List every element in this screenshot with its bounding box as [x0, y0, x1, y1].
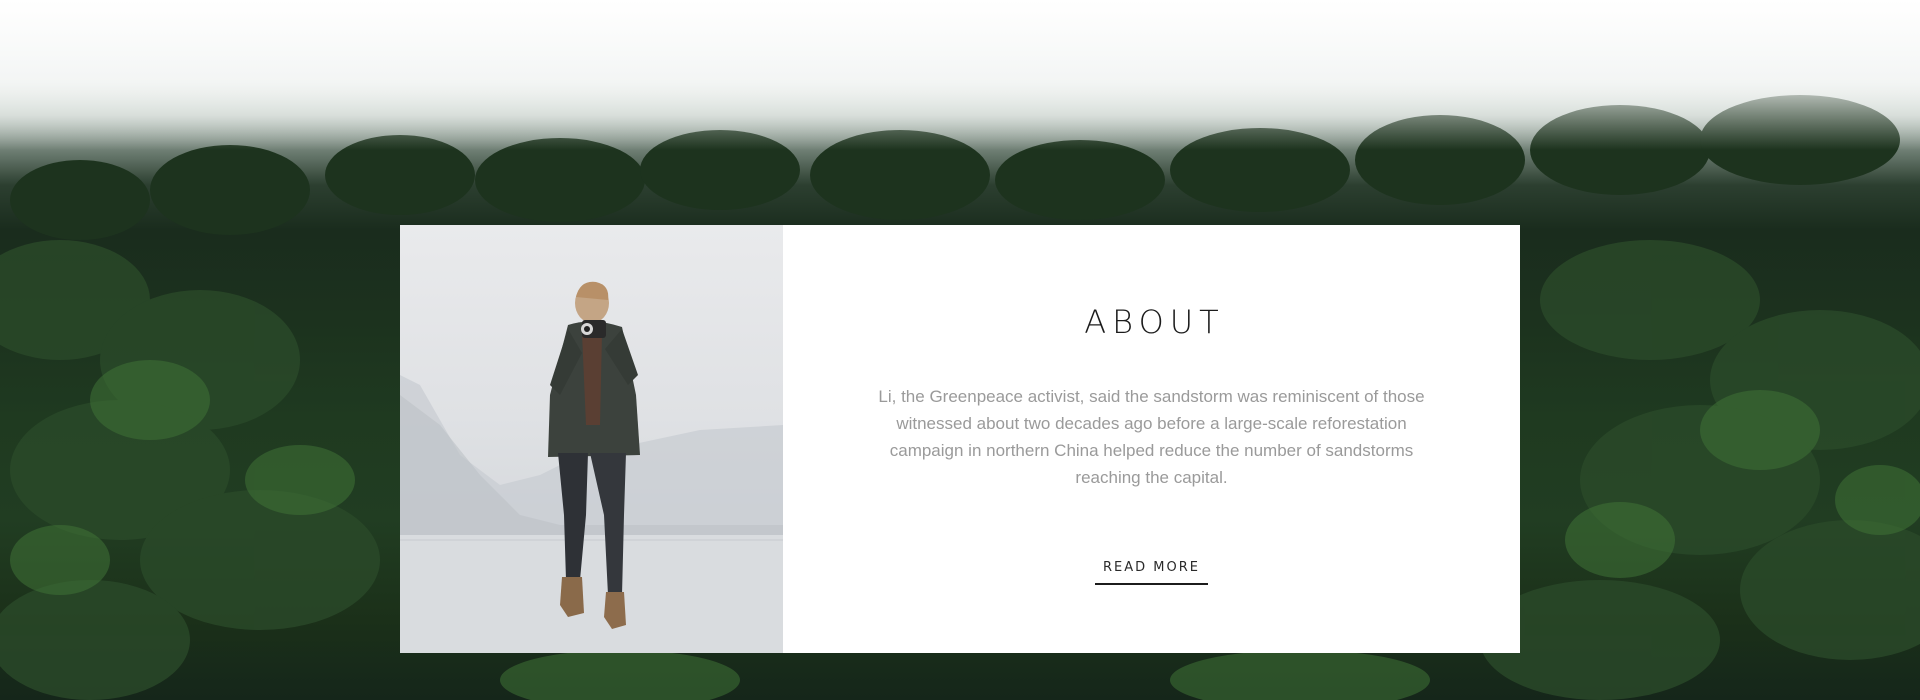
read-more-button[interactable]: READ MORE	[1095, 560, 1208, 585]
about-body-text: Li, the Greenpeace activist, said the sa…	[878, 387, 1425, 487]
about-card: ABOUT Li, the Greenpeace activist, said …	[400, 225, 1520, 653]
about-content: ABOUT Li, the Greenpeace activist, said …	[783, 225, 1520, 653]
about-title: ABOUT	[1084, 303, 1225, 341]
about-photo	[400, 225, 783, 653]
hero-section: ABOUT Li, the Greenpeace activist, said …	[0, 0, 1920, 700]
man-with-camera-icon	[400, 281, 783, 653]
